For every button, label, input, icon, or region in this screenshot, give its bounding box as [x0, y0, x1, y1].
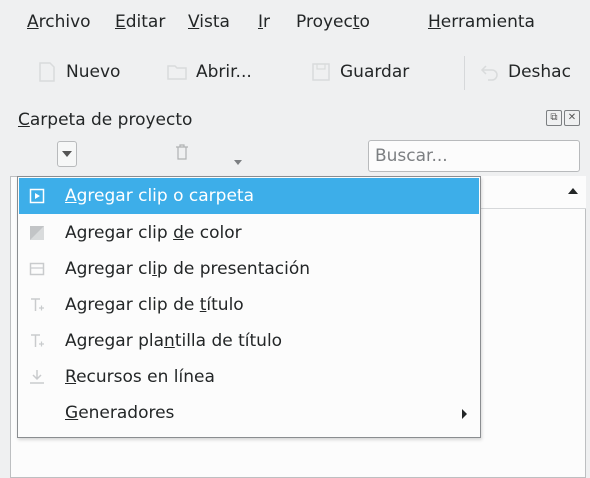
save-button[interactable]: Guardar: [310, 52, 409, 92]
menubar: Archivo Editar Vista Ir Proyecto Herrami…: [0, 0, 590, 44]
add-clip-menu: Agregar clip o carpeta Agregar clip de c…: [17, 176, 481, 438]
add-clip-dropdown-button[interactable]: [57, 141, 77, 167]
submenu-arrow-icon: [462, 409, 467, 419]
menu-proyecto[interactable]: Proyecto: [296, 12, 370, 32]
menu-item-add-title-template[interactable]: Agregar plantilla de título: [19, 323, 479, 359]
menu-item-online-resources[interactable]: Recursos en línea: [19, 359, 479, 395]
menu-herramienta[interactable]: Herramienta: [428, 12, 535, 32]
project-bin-title: Carpeta de proyecto: [18, 110, 193, 130]
slideshow-clip-icon: [29, 261, 45, 277]
float-panel-icon[interactable]: ⧉: [546, 110, 562, 126]
menu-item-add-clip-or-folder[interactable]: Agregar clip o carpeta: [19, 178, 479, 214]
menu-item-add-slideshow-clip[interactable]: Agregar clip de presentación: [19, 251, 479, 287]
list-column-header[interactable]: [470, 176, 586, 209]
new-document-icon: [36, 61, 58, 83]
menu-item-generators[interactable]: Generadores: [19, 395, 479, 431]
menu-item-add-color-clip[interactable]: Agregar clip de color: [19, 215, 479, 251]
dock-controls: ⧉ ✕: [546, 110, 580, 126]
download-icon: [29, 369, 45, 385]
main-toolbar: Nuevo Abrir... Guardar Deshac: [0, 44, 590, 102]
close-panel-icon[interactable]: ✕: [564, 110, 580, 126]
save-icon: [310, 61, 332, 83]
menu-vista[interactable]: Vista: [188, 12, 230, 32]
undo-button[interactable]: Deshac: [478, 52, 571, 92]
sort-ascending-icon: [568, 188, 578, 194]
open-button[interactable]: Abrir...: [166, 52, 252, 92]
color-clip-icon: [29, 225, 45, 241]
title-template-icon: [29, 333, 45, 349]
trash-icon[interactable]: [175, 144, 189, 160]
menu-archivo[interactable]: Archivo: [27, 12, 91, 32]
undo-icon: [478, 61, 500, 83]
open-folder-icon: [166, 61, 188, 83]
chevron-down-icon[interactable]: [234, 160, 242, 165]
title-clip-icon: [29, 297, 45, 313]
toolbar-separator: [464, 56, 465, 90]
search-input[interactable]: [368, 140, 580, 172]
new-button[interactable]: Nuevo: [36, 52, 120, 92]
menu-item-add-title-clip[interactable]: Agregar clip de título: [19, 287, 479, 323]
add-clip-icon: [29, 188, 45, 204]
menu-editar[interactable]: Editar: [115, 12, 165, 32]
menu-ir[interactable]: Ir: [258, 12, 270, 32]
